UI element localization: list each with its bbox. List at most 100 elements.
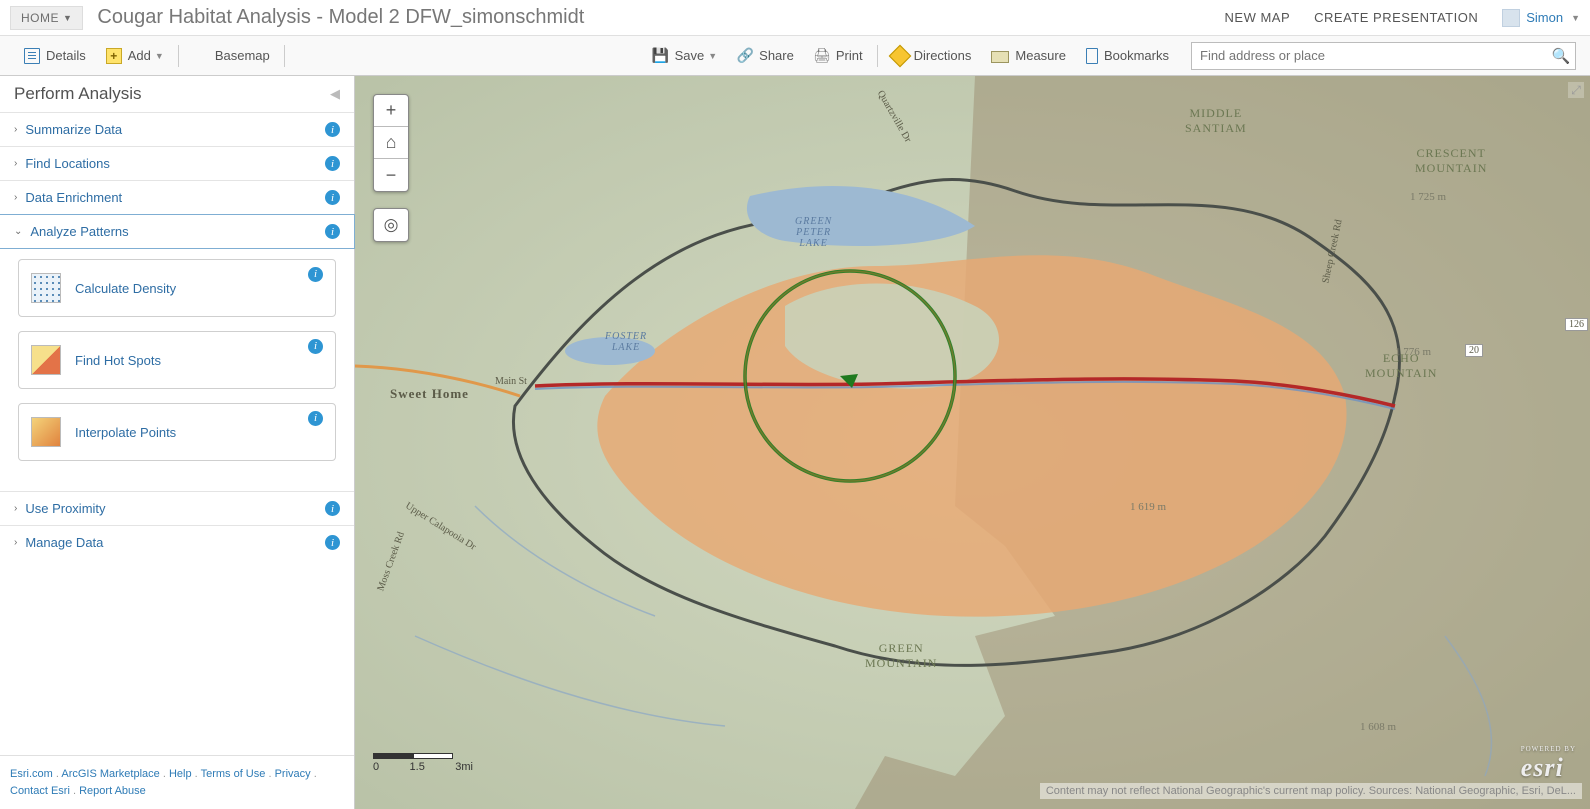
print-label: Print bbox=[836, 48, 863, 63]
footer-link[interactable]: Report Abuse bbox=[79, 785, 146, 797]
measure-button[interactable]: Measure bbox=[981, 36, 1076, 76]
map-label-lake: GREEN PETER LAKE bbox=[795, 216, 832, 249]
map-toolbar: Details Add ▼ Basemap 💾 Save ▼ 🔗 Share 🖨… bbox=[0, 36, 1590, 76]
footer-link[interactable]: ArcGIS Marketplace bbox=[61, 768, 159, 780]
expand-map-icon[interactable]: ⤢ bbox=[1568, 82, 1584, 98]
scale-0: 0 bbox=[373, 761, 379, 773]
map-label-mtn: GREEN MOUNTAIN bbox=[865, 641, 937, 671]
map-label-mtn: CRESCENT MOUNTAIN bbox=[1415, 146, 1487, 176]
info-icon[interactable]: i bbox=[325, 224, 340, 239]
panel-title-row: Perform Analysis ◀ bbox=[0, 76, 354, 112]
home-extent-button[interactable]: ⌂ bbox=[374, 127, 408, 159]
info-icon[interactable]: i bbox=[308, 411, 323, 426]
density-icon bbox=[31, 273, 61, 303]
search-box[interactable]: 🔍 bbox=[1191, 42, 1576, 70]
tool-find-hot-spots[interactable]: Find Hot Spots i bbox=[18, 331, 336, 389]
home-dropdown[interactable]: HOME ▼ bbox=[10, 6, 83, 30]
info-icon[interactable]: i bbox=[325, 122, 340, 137]
map-label-elev: 1 619 m bbox=[1130, 501, 1166, 513]
new-map-link[interactable]: NEW MAP bbox=[1225, 10, 1291, 25]
section-label: Analyze Patterns bbox=[30, 224, 128, 239]
footer-link[interactable]: Contact Esri bbox=[10, 785, 70, 797]
section-find-locations[interactable]: › Find Locations i bbox=[0, 146, 354, 180]
save-button[interactable]: 💾 Save ▼ bbox=[643, 36, 728, 76]
section-label: Use Proximity bbox=[25, 501, 105, 516]
info-icon[interactable]: i bbox=[325, 156, 340, 171]
section-summarize-data[interactable]: › Summarize Data i bbox=[0, 112, 354, 146]
header-right: NEW MAP CREATE PRESENTATION Simon ▼ bbox=[1225, 9, 1580, 27]
locate-button[interactable]: ◎ bbox=[373, 208, 409, 242]
bookmark-icon bbox=[1086, 48, 1098, 64]
search-icon[interactable]: 🔍 bbox=[1547, 47, 1575, 65]
details-label: Details bbox=[46, 48, 86, 63]
collapse-panel-icon[interactable]: ◀ bbox=[330, 86, 340, 102]
map-label-elev: 1 608 m bbox=[1360, 721, 1396, 733]
map-title: Cougar Habitat Analysis - Model 2 DFW_si… bbox=[97, 6, 584, 29]
save-icon: 💾 bbox=[653, 48, 669, 64]
details-button[interactable]: Details bbox=[14, 36, 96, 76]
home-label: HOME bbox=[21, 11, 59, 25]
scale-bar: 0 1.5 3mi bbox=[373, 753, 453, 759]
tool-calculate-density[interactable]: Calculate Density i bbox=[18, 259, 336, 317]
zoom-out-button[interactable]: − bbox=[374, 159, 408, 191]
info-icon[interactable]: i bbox=[325, 190, 340, 205]
add-label: Add bbox=[128, 48, 151, 63]
map-canvas[interactable]: + ⌂ − ◎ ⤢ Sweet Home GREEN PETER LAKE FO… bbox=[355, 76, 1590, 809]
separator bbox=[178, 45, 179, 67]
create-presentation-link[interactable]: CREATE PRESENTATION bbox=[1314, 10, 1478, 25]
share-icon: 🔗 bbox=[737, 48, 753, 64]
footer-link[interactable]: Privacy bbox=[275, 768, 311, 780]
directions-button[interactable]: Directions bbox=[882, 36, 982, 76]
map-label-city: Sweet Home bbox=[390, 386, 469, 402]
footer-link[interactable]: Help bbox=[169, 768, 192, 780]
panel-footer: Esri.com . ArcGIS Marketplace . Help . T… bbox=[0, 755, 354, 809]
map-label-elev: 1 725 m bbox=[1410, 191, 1446, 203]
map-label-elev: 1 776 m bbox=[1395, 346, 1431, 358]
chevron-right-icon: › bbox=[14, 158, 17, 169]
user-menu[interactable]: Simon ▼ bbox=[1502, 9, 1580, 27]
section-data-enrichment[interactable]: › Data Enrichment i bbox=[0, 180, 354, 214]
directions-label: Directions bbox=[914, 48, 972, 63]
chevron-down-icon: ▼ bbox=[155, 51, 164, 61]
hotspot-icon bbox=[31, 345, 61, 375]
basemap-label: Basemap bbox=[215, 48, 270, 63]
map-attribution: Content may not reflect National Geograp… bbox=[1040, 783, 1582, 799]
separator bbox=[877, 45, 878, 67]
info-icon[interactable]: i bbox=[325, 501, 340, 516]
info-icon[interactable]: i bbox=[325, 535, 340, 550]
tool-label: Find Hot Spots bbox=[75, 353, 308, 368]
map-label-road: Main St bbox=[495, 376, 527, 387]
section-label: Summarize Data bbox=[25, 122, 122, 137]
bookmarks-button[interactable]: Bookmarks bbox=[1076, 36, 1179, 76]
zoom-in-button[interactable]: + bbox=[374, 95, 408, 127]
interpolate-icon bbox=[31, 417, 61, 447]
info-icon[interactable]: i bbox=[308, 339, 323, 354]
esri-text: esri bbox=[1521, 753, 1564, 782]
section-manage-data[interactable]: › Manage Data i bbox=[0, 525, 354, 559]
section-label: Manage Data bbox=[25, 535, 103, 550]
hwy-shield: 126 bbox=[1565, 318, 1588, 331]
save-label: Save bbox=[675, 48, 705, 63]
analyze-patterns-body: Calculate Density i Find Hot Spots i Int… bbox=[0, 249, 354, 491]
tool-interpolate-points[interactable]: Interpolate Points i bbox=[18, 403, 336, 461]
search-input[interactable] bbox=[1192, 48, 1547, 63]
chevron-down-icon: ⌄ bbox=[14, 226, 22, 237]
section-use-proximity[interactable]: › Use Proximity i bbox=[0, 491, 354, 525]
basemap-button[interactable]: Basemap bbox=[183, 36, 280, 76]
add-button[interactable]: Add ▼ bbox=[96, 36, 174, 76]
print-button[interactable]: 🖨 Print bbox=[804, 36, 873, 76]
bookmarks-label: Bookmarks bbox=[1104, 48, 1169, 63]
analysis-panel: Perform Analysis ◀ › Summarize Data i › … bbox=[0, 76, 355, 809]
footer-link[interactable]: Esri.com bbox=[10, 768, 53, 780]
chevron-right-icon: › bbox=[14, 192, 17, 203]
add-icon bbox=[106, 48, 122, 64]
section-analyze-patterns[interactable]: ⌄ Analyze Patterns i bbox=[0, 214, 355, 249]
chevron-right-icon: › bbox=[14, 503, 17, 514]
share-button[interactable]: 🔗 Share bbox=[727, 36, 804, 76]
info-icon[interactable]: i bbox=[308, 267, 323, 282]
separator bbox=[284, 45, 285, 67]
hwy-shield: 20 bbox=[1465, 344, 1483, 357]
chevron-down-icon: ▼ bbox=[708, 51, 717, 61]
footer-link[interactable]: Terms of Use bbox=[201, 768, 266, 780]
chevron-right-icon: › bbox=[14, 124, 17, 135]
